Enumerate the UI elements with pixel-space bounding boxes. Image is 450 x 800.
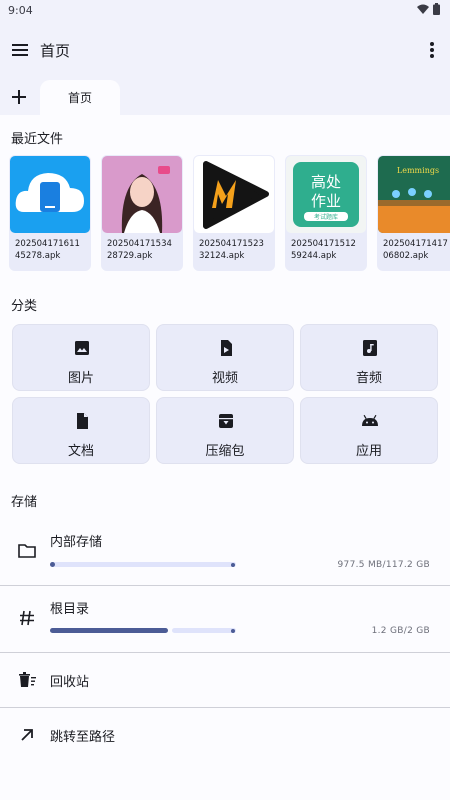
archive-icon xyxy=(219,414,233,428)
action-recycle-bin[interactable]: 回收站 xyxy=(0,653,450,707)
app-bar: 首页 xyxy=(0,28,450,72)
category-video[interactable]: 视频 xyxy=(156,324,294,391)
hash-icon xyxy=(20,610,34,626)
hamburger-menu-icon[interactable] xyxy=(10,40,30,60)
more-vert-icon[interactable] xyxy=(426,40,438,60)
storage-bar-fill xyxy=(50,628,168,633)
recent-file-name: 20250417152332124.apk xyxy=(199,239,264,261)
anime-girl-app-icon xyxy=(102,156,182,233)
category-images[interactable]: 图片 xyxy=(12,324,150,391)
arrow-up-right-icon xyxy=(21,729,33,741)
page-title: 首页 xyxy=(40,42,71,60)
status-bar: 9:04 xyxy=(0,0,450,22)
svg-text:考试题库: 考试题库 xyxy=(314,213,338,221)
svg-text:Lemmings: Lemmings xyxy=(397,166,439,175)
action-label: 回收站 xyxy=(50,675,90,690)
recent-file-card[interactable]: 20250417161145278.apk xyxy=(9,155,91,271)
recent-file-card[interactable]: 20250417152332124.apk xyxy=(193,155,275,271)
category-label: 图片 xyxy=(67,371,94,386)
recent-file-card[interactable]: 高处 作业 考试题库 20250417151259244.apk xyxy=(285,155,367,271)
wifi-icon xyxy=(417,4,429,14)
category-grid: 图片 视频 音频 文档 压缩包 应用 xyxy=(12,324,438,464)
cloud-phone-app-icon xyxy=(10,156,90,233)
storage-bar-track xyxy=(172,628,236,633)
lemmings-game-icon: Lemmings xyxy=(378,156,450,233)
action-goto-path[interactable]: 跳转至路径 xyxy=(0,708,450,762)
storage-label: 根目录 xyxy=(50,602,90,617)
storage-bar-end-dot xyxy=(231,629,235,633)
category-audio[interactable]: 音频 xyxy=(300,324,438,391)
storage-title: 存储 xyxy=(11,495,38,510)
recent-file-card[interactable]: Lemmings 20250417141706802.apk xyxy=(377,155,450,271)
storage-label: 内部存储 xyxy=(50,535,103,550)
status-time: 9:04 xyxy=(8,4,33,17)
document-icon xyxy=(77,413,88,429)
storage-value: 977.5 MB/117.2 GB xyxy=(337,560,430,570)
svg-text:作业: 作业 xyxy=(311,192,341,210)
tab-home[interactable]: 首页 xyxy=(40,80,120,116)
storage-root[interactable]: 根目录 1.2 GB/2 GB xyxy=(0,586,450,652)
recent-files-list: 20250417161145278.apk 20250417153428729.… xyxy=(9,155,450,271)
recent-file-name: 20250417151259244.apk xyxy=(291,239,356,261)
video-file-icon xyxy=(221,340,232,356)
recent-file-name: 20250417161145278.apk xyxy=(15,239,80,261)
recent-file-name: 20250417153428729.apk xyxy=(107,239,172,261)
category-label: 视频 xyxy=(211,371,238,386)
recent-file-name: 20250417141706802.apk xyxy=(383,239,448,261)
recent-files-title: 最近文件 xyxy=(11,132,64,147)
category-archives[interactable]: 压缩包 xyxy=(156,397,294,464)
tab-bar: 首页 xyxy=(0,78,450,116)
category-label: 音频 xyxy=(355,371,382,386)
storage-bar-end-dot xyxy=(231,563,235,567)
plus-icon[interactable] xyxy=(9,87,29,107)
storage-value: 1.2 GB/2 GB xyxy=(371,626,430,636)
battery-icon xyxy=(433,3,440,15)
android-icon xyxy=(362,414,378,426)
category-apps[interactable]: 应用 xyxy=(300,397,438,464)
image-icon xyxy=(75,341,89,355)
categories-title: 分类 xyxy=(11,299,38,314)
action-label: 跳转至路径 xyxy=(50,730,116,745)
main-content: 最近文件 20250417161145278.apk 2025041715342… xyxy=(0,115,450,800)
category-label: 文档 xyxy=(67,444,94,459)
recent-file-card[interactable]: 20250417153428729.apk xyxy=(101,155,183,271)
recycle-bin-icon xyxy=(19,672,36,687)
m-play-app-icon xyxy=(194,156,274,233)
storage-bar-fill xyxy=(50,562,55,567)
storage-bar-track xyxy=(50,562,236,567)
audio-file-icon xyxy=(363,340,377,356)
storage-internal[interactable]: 内部存储 977.5 MB/117.2 GB xyxy=(0,519,450,585)
category-documents[interactable]: 文档 xyxy=(12,397,150,464)
category-label: 压缩包 xyxy=(205,444,245,459)
category-label: 应用 xyxy=(355,444,382,459)
folder-icon xyxy=(18,544,36,558)
svg-text:高处: 高处 xyxy=(311,173,341,191)
gaokao-zuoye-app-icon: 高处 作业 考试题库 xyxy=(286,156,366,233)
